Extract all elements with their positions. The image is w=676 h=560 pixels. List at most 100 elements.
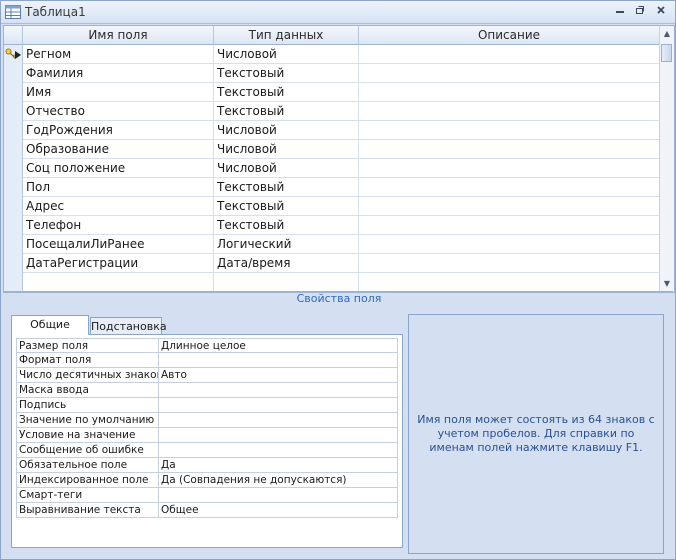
table-row[interactable]: Регном Числовой [4,45,660,65]
field-name-cell[interactable]: Адрес [23,197,214,216]
row-selector-header[interactable] [4,26,23,45]
property-value[interactable]: Авто [158,368,398,383]
row-selector[interactable] [4,45,23,65]
field-name-cell[interactable]: Телефон [23,216,214,235]
property-value[interactable] [158,398,398,413]
table-row[interactable]: Телефон Текстовый [4,216,660,236]
data-type-cell[interactable]: Логический [214,235,359,254]
table-row[interactable]: Имя Текстовый [4,83,660,103]
data-type-cell[interactable]: Текстовый [214,216,359,235]
data-type-cell[interactable]: Числовой [214,140,359,159]
property-value[interactable]: Общее [158,503,398,518]
restore-button[interactable] [631,4,649,20]
property-row[interactable]: Выравнивание текста Общее [16,503,398,518]
description-cell[interactable] [359,235,660,254]
row-selector[interactable] [4,102,23,122]
property-row[interactable]: Значение по умолчанию [16,413,398,428]
data-type-cell[interactable]: Числовой [214,159,359,178]
property-row[interactable]: Сообщение об ошибке [16,443,398,458]
property-value[interactable]: Да [158,458,398,473]
property-value[interactable] [158,443,398,458]
description-cell[interactable] [359,64,660,83]
scroll-up-icon[interactable]: ▲ [660,26,674,42]
field-name-cell[interactable]: Регном [23,45,214,64]
data-type-cell[interactable]: Текстовый [214,64,359,83]
property-value[interactable] [158,488,398,503]
property-row[interactable]: Подпись [16,398,398,413]
row-selector[interactable] [4,273,23,292]
property-value[interactable] [158,428,398,443]
property-value[interactable] [158,413,398,428]
field-name-cell[interactable]: Соц положение [23,159,214,178]
property-row[interactable]: Маска ввода [16,383,398,398]
description-cell[interactable] [359,178,660,197]
property-value[interactable] [158,383,398,398]
field-name-cell[interactable]: Имя [23,83,214,102]
column-header-data-type[interactable]: Тип данных [214,26,359,45]
vertical-scrollbar[interactable]: ▲ ▼ [659,26,674,292]
row-selector[interactable] [4,140,23,160]
description-cell[interactable] [359,102,660,121]
property-row[interactable]: Условие на значение [16,428,398,443]
data-type-cell[interactable] [214,273,359,292]
description-cell[interactable] [359,197,660,216]
data-type-cell[interactable]: Дата/время [214,254,359,273]
row-selector[interactable] [4,197,23,217]
row-selector[interactable] [4,235,23,255]
field-name-cell[interactable] [23,273,214,292]
row-selector[interactable] [4,216,23,236]
property-row[interactable]: Смарт-теги [16,488,398,503]
description-cell[interactable] [359,273,660,292]
description-cell[interactable] [359,216,660,235]
property-row[interactable]: Обязательное поле Да [16,458,398,473]
description-cell[interactable] [359,83,660,102]
table-row[interactable] [4,273,660,292]
field-name-cell[interactable]: Отчество [23,102,214,121]
table-row[interactable]: Отчество Текстовый [4,102,660,122]
row-selector[interactable] [4,83,23,103]
scroll-thumb[interactable] [661,44,672,62]
property-value[interactable]: Да (Совпадения не допускаются) [158,473,398,488]
table-row[interactable]: Пол Текстовый [4,178,660,198]
tab-lookup[interactable]: Подстановка [90,317,167,335]
row-selector[interactable] [4,64,23,84]
field-name-cell[interactable]: Фамилия [23,64,214,83]
table-row[interactable]: Фамилия Текстовый [4,64,660,84]
table-row[interactable]: ПосещалиЛиРанее Логический [4,235,660,255]
column-header-description[interactable]: Описание [359,26,660,45]
data-type-cell[interactable]: Текстовый [214,197,359,216]
field-name-cell[interactable]: ГодРождения [23,121,214,140]
minimize-button[interactable] [611,4,629,20]
data-type-cell[interactable]: Текстовый [214,178,359,197]
description-cell[interactable] [359,45,660,64]
field-name-cell[interactable]: ПосещалиЛиРанее [23,235,214,254]
description-cell[interactable] [359,140,660,159]
property-value[interactable]: Длинное целое [158,338,398,353]
data-type-cell[interactable]: Текстовый [214,83,359,102]
property-row[interactable]: Формат поля [16,353,398,368]
property-row[interactable]: Число десятичных знаков Авто [16,368,398,383]
data-type-cell[interactable]: Числовой [214,45,359,64]
scroll-down-icon[interactable]: ▼ [660,276,674,292]
field-name-cell[interactable]: ДатаРегистрации [23,254,214,273]
table-row[interactable]: Адрес Текстовый [4,197,660,217]
close-button[interactable] [652,4,670,20]
table-row[interactable]: Образование Числовой [4,140,660,160]
description-cell[interactable] [359,254,660,273]
row-selector[interactable] [4,121,23,141]
row-selector[interactable] [4,178,23,198]
property-row[interactable]: Индексированное поле Да (Совпадения не до… [16,473,398,488]
table-row[interactable]: Соц положение Числовой [4,159,660,179]
property-row[interactable]: Размер поля Длинное целое [16,338,398,353]
property-value[interactable] [158,353,398,368]
column-header-field-name[interactable]: Имя поля [23,26,214,45]
field-name-cell[interactable]: Пол [23,178,214,197]
field-name-cell[interactable]: Образование [23,140,214,159]
table-row[interactable]: ГодРождения Числовой [4,121,660,141]
row-selector[interactable] [4,254,23,274]
data-type-cell[interactable]: Текстовый [214,102,359,121]
row-selector[interactable] [4,159,23,179]
tab-general[interactable]: Общие [11,315,89,335]
table-row[interactable]: ДатаРегистрации Дата/время [4,254,660,274]
description-cell[interactable] [359,159,660,178]
